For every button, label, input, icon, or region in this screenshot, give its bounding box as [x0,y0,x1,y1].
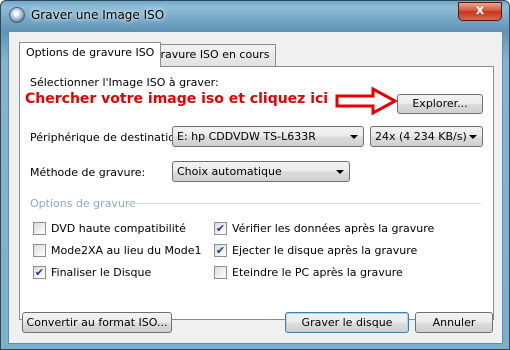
speed-select[interactable]: 24x (4 234 KB/s) [370,126,483,147]
convert-iso-button[interactable]: Convertir au format ISO... [22,312,172,333]
eject-disc-label: Ejecter le disque après la gravure [232,244,418,257]
select-iso-label: Sélectionner l'Image ISO à graver: [30,76,219,89]
title-bar[interactable]: Graver une Image ISO x [1,1,509,31]
mode2xa-checkbox[interactable] [33,244,46,257]
eject-disc-checkbox[interactable]: ✔ [214,244,227,257]
arrow-right-icon [335,86,399,116]
shutdown-pc-checkbox[interactable] [214,266,227,279]
annotation-text: Chercher votre image iso et cliquez ici [25,91,329,107]
drive-select-value: E: hp CDDVDW TS-L633R [177,130,316,143]
burn-disc-button[interactable]: Graver le disque [285,312,409,333]
group-divider [127,203,481,204]
chevron-down-icon [469,135,477,139]
dialog-window: Graver une Image ISO x Options de gravur… [0,0,510,350]
window-title: Graver une Image ISO [31,8,165,22]
finalize-disc-checkbox[interactable]: ✔ [33,266,46,279]
method-select[interactable]: Choix automatique [172,161,350,182]
mode2xa-label: Mode2XA au lieu du Mode1 [51,244,202,257]
method-select-value: Choix automatique [177,165,282,178]
cancel-button[interactable]: Annuler [415,312,493,333]
dvd-compat-checkbox[interactable] [33,222,46,235]
chevron-down-icon [350,135,358,139]
tab-options-gravure[interactable]: Options de gravure ISO [19,42,162,67]
options-group-label: Options de gravure [30,197,136,210]
speed-select-value: 24x (4 234 KB/s) [375,130,467,143]
dialog-client: Options de gravure ISO Gravure ISO en co… [8,31,503,344]
finalize-disc-label: Finaliser le Disque [51,266,152,279]
close-button[interactable]: x [458,2,502,21]
disc-icon [9,7,25,23]
method-label: Méthode de gravure: [30,166,146,179]
dvd-compat-label: DVD haute compatibilité [51,222,186,235]
chevron-down-icon [336,170,344,174]
tab-gravure-en-cours[interactable]: Gravure ISO en cours [145,44,277,66]
verify-data-checkbox[interactable]: ✔ [214,222,227,235]
explorer-button[interactable]: Explorer... [397,94,483,114]
destination-label: Périphérique de destination: [30,131,186,144]
shutdown-pc-label: Eteindre le PC après la gravure [232,266,403,279]
verify-data-label: Vérifier les données après la gravure [232,222,435,235]
drive-select[interactable]: E: hp CDDVDW TS-L633R [172,126,364,147]
